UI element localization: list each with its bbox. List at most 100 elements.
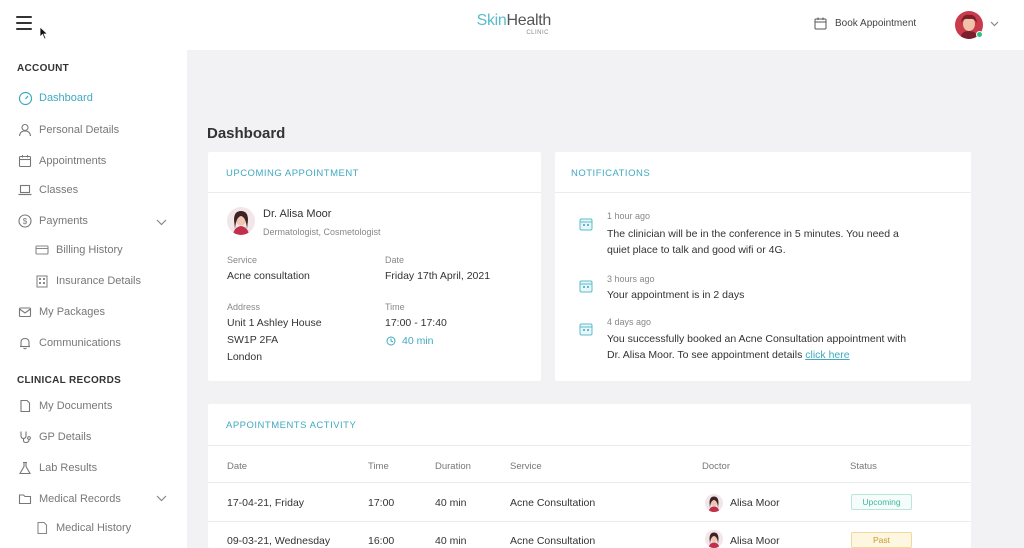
calendar-icon xyxy=(814,17,827,30)
calendar-notification-icon xyxy=(579,280,593,293)
card-icon xyxy=(35,245,49,255)
sidebar-item-label: Medical History xyxy=(56,522,132,534)
flask-icon xyxy=(19,461,31,475)
person-icon xyxy=(18,123,32,137)
doctor-avatar xyxy=(705,494,723,512)
card-title: UPCOMING APPOINTMENT xyxy=(226,168,359,179)
envelope-icon xyxy=(18,307,32,318)
sidebar-item-label: Insurance Details xyxy=(56,275,141,287)
svg-text:$: $ xyxy=(23,217,28,226)
medical-records-chevron-down-icon[interactable] xyxy=(156,495,167,502)
sidebar-item-label: GP Details xyxy=(39,431,92,443)
dollar-coin-icon: $ xyxy=(18,214,32,228)
dashboard-gauge-icon xyxy=(18,91,32,105)
clinical-records-section-title: CLINICAL RECORDS xyxy=(17,375,122,386)
notification-text-part: Dr. Alisa Moor. To see appointment detai… xyxy=(607,349,806,361)
book-appointment-button[interactable]: Book Appointment xyxy=(814,17,916,30)
sidebar-item-personal-details[interactable]: Personal Details xyxy=(17,122,119,138)
sidebar-item-label: Communications xyxy=(39,337,121,349)
laptop-icon xyxy=(18,184,32,196)
sidebar-item-label: Medical Records xyxy=(39,493,121,505)
sidebar-item-label: Lab Results xyxy=(39,462,98,474)
status-badge: Past xyxy=(851,532,912,548)
appointments-activity-card: APPOINTMENTS ACTIVITY xyxy=(208,404,971,548)
duration-value: 40 min xyxy=(402,335,434,347)
cell-duration: 40 min xyxy=(435,497,467,509)
doctor-name: Dr. Alisa Moor xyxy=(263,208,332,220)
book-appointment-label: Book Appointment xyxy=(835,18,917,29)
column-header-duration[interactable]: Duration xyxy=(435,461,471,472)
column-header-date[interactable]: Date xyxy=(227,461,247,472)
building-icon xyxy=(36,275,48,288)
sidebar-item-medical-records[interactable]: Medical Records xyxy=(17,491,121,507)
sidebar-item-medical-history[interactable]: Medical History xyxy=(34,520,131,536)
click-here-link[interactable]: click here xyxy=(805,349,849,361)
cell-duration: 40 min xyxy=(435,535,467,547)
document-icon xyxy=(37,521,48,535)
bell-icon xyxy=(20,337,30,350)
notification-time: 3 hours ago xyxy=(607,274,655,284)
payments-chevron-down-icon[interactable] xyxy=(156,219,167,226)
sidebar-item-label: Personal Details xyxy=(39,124,120,136)
cell-service: Acne Consultation xyxy=(510,535,596,547)
sidebar-item-appointments[interactable]: Appointments xyxy=(17,153,106,169)
divider xyxy=(208,521,971,522)
divider xyxy=(208,192,541,193)
sidebar-item-label: Classes xyxy=(39,184,79,196)
top-header: SkinHealth CLINIC Book Appointment xyxy=(0,0,1024,50)
service-value: Acne consultation xyxy=(227,270,310,282)
clock-icon xyxy=(386,336,396,346)
cell-doctor: Alisa Moor xyxy=(730,497,780,509)
calendar-icon xyxy=(18,155,32,168)
card-title: APPOINTMENTS ACTIVITY xyxy=(226,420,357,431)
sidebar-item-label: My Documents xyxy=(39,400,113,412)
address-label: Address xyxy=(227,302,261,312)
column-header-status[interactable]: Status xyxy=(850,461,877,472)
stethoscope-icon xyxy=(20,431,31,444)
doctor-avatar xyxy=(705,530,723,548)
sidebar-item-label: Dashboard xyxy=(39,92,93,104)
sidebar-item-gp-details[interactable]: GP Details xyxy=(17,429,91,445)
date-label: Date xyxy=(385,255,405,265)
logo[interactable]: SkinHealth CLINIC xyxy=(473,12,552,37)
logo-sub: CLINIC xyxy=(526,30,549,36)
column-header-service[interactable]: Service xyxy=(510,461,542,472)
cell-service: Acne Consultation xyxy=(510,497,596,509)
notification-text: quiet place to talk and good wifi or 4G. xyxy=(607,244,786,256)
service-label: Service xyxy=(227,255,258,265)
mouse-cursor-icon xyxy=(39,26,49,40)
notification-text: You successfully booked an Acne Consulta… xyxy=(607,333,907,345)
page-title: Dashboard xyxy=(207,125,286,142)
logo-health: Health xyxy=(506,12,552,29)
online-status-dot xyxy=(976,31,983,38)
column-header-time[interactable]: Time xyxy=(368,461,389,472)
status-badge: Upcoming xyxy=(851,494,912,510)
time-value: 17:00 - 17:40 xyxy=(385,317,447,329)
calendar-notification-icon xyxy=(579,323,593,336)
sidebar-item-my-documents[interactable]: My Documents xyxy=(17,398,112,414)
address-line3: London xyxy=(227,351,263,363)
sidebar-item-dashboard[interactable]: Dashboard xyxy=(17,90,93,106)
doctor-role: Dermatologist, Cosmetologist xyxy=(263,227,381,237)
calendar-notification-icon xyxy=(579,218,593,231)
sidebar-item-lab-results[interactable]: Lab Results xyxy=(17,460,97,476)
date-value: Friday 17th April, 2021 xyxy=(385,270,491,282)
notification-text: The clinician will be in the conference … xyxy=(607,228,899,240)
document-icon xyxy=(20,399,31,413)
sidebar-item-insurance-details[interactable]: Insurance Details xyxy=(34,273,141,289)
time-label: Time xyxy=(385,302,405,312)
divider xyxy=(555,192,971,193)
hamburger-menu-icon[interactable] xyxy=(16,16,32,30)
address-line1: Unit 1 Ashley House xyxy=(227,317,322,329)
cell-date: 09-03-21, Wednesday xyxy=(227,535,331,547)
sidebar-item-my-packages[interactable]: My Packages xyxy=(17,304,105,320)
sidebar-item-classes[interactable]: Classes xyxy=(17,182,78,198)
cell-doctor: Alisa Moor xyxy=(730,535,780,547)
cell-date: 17-04-21, Friday xyxy=(227,497,305,509)
folder-icon xyxy=(18,494,32,505)
sidebar-item-communications[interactable]: Communications xyxy=(17,335,121,351)
column-header-doctor[interactable]: Doctor xyxy=(702,461,730,472)
sidebar-item-payments[interactable]: $ Payments xyxy=(17,213,88,229)
chevron-down-icon[interactable] xyxy=(990,21,999,27)
sidebar-item-billing-history[interactable]: Billing History xyxy=(34,242,123,258)
